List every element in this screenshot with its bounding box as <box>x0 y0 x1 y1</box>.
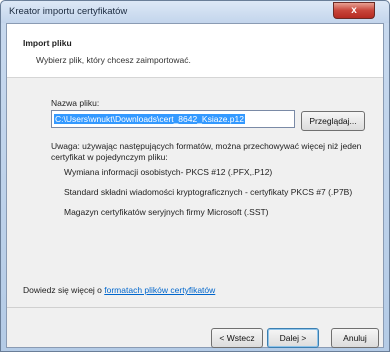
cancel-button[interactable]: Anuluj <box>331 328 379 348</box>
window-title: Kreator importu certyfikatów <box>9 6 128 17</box>
close-button[interactable]: x <box>333 2 375 19</box>
file-name-input[interactable]: C:\Users\wnukt\Downloads\cert_8642_Ksiaz… <box>51 110 295 128</box>
file-name-label: Nazwa pliku: <box>51 98 100 108</box>
format-item-pfx: Wymiana informacji osobistych- PKCS #12 … <box>64 167 273 177</box>
formats-note: Uwaga: używając następujących formatów, … <box>51 141 362 162</box>
footer-divider <box>7 307 383 308</box>
close-icon: x <box>351 5 357 16</box>
file-name-value: C:\Users\wnukt\Downloads\cert_8642_Ksiaz… <box>54 114 245 124</box>
wizard-header: Import pliku Wybierz plik, który chcesz … <box>7 24 383 78</box>
browse-button[interactable]: Przeglądaj... <box>301 111 365 131</box>
next-button[interactable]: Dalej > <box>267 328 319 348</box>
back-button[interactable]: < Wstecz <box>211 328 263 348</box>
page-title: Import pliku <box>23 38 72 48</box>
title-bar[interactable]: Kreator importu certyfikatów x <box>1 1 389 23</box>
import-wizard-window: Kreator importu certyfikatów x Import pl… <box>0 0 390 352</box>
more-info-text: Dowiedz się więcej o formatach plików ce… <box>23 285 215 295</box>
format-item-p7b: Standard składni wiadomości kryptografic… <box>64 187 353 197</box>
wizard-body: Import pliku Wybierz plik, który chcesz … <box>6 23 384 348</box>
format-item-sst: Magazyn certyfikatów seryjnych firmy Mic… <box>64 207 269 217</box>
certificate-formats-link[interactable]: formatach plików certyfikatów <box>104 285 215 295</box>
page-subtitle: Wybierz plik, który chcesz zaimportować. <box>36 55 191 65</box>
more-info-prefix: Dowiedz się więcej o <box>23 285 105 295</box>
